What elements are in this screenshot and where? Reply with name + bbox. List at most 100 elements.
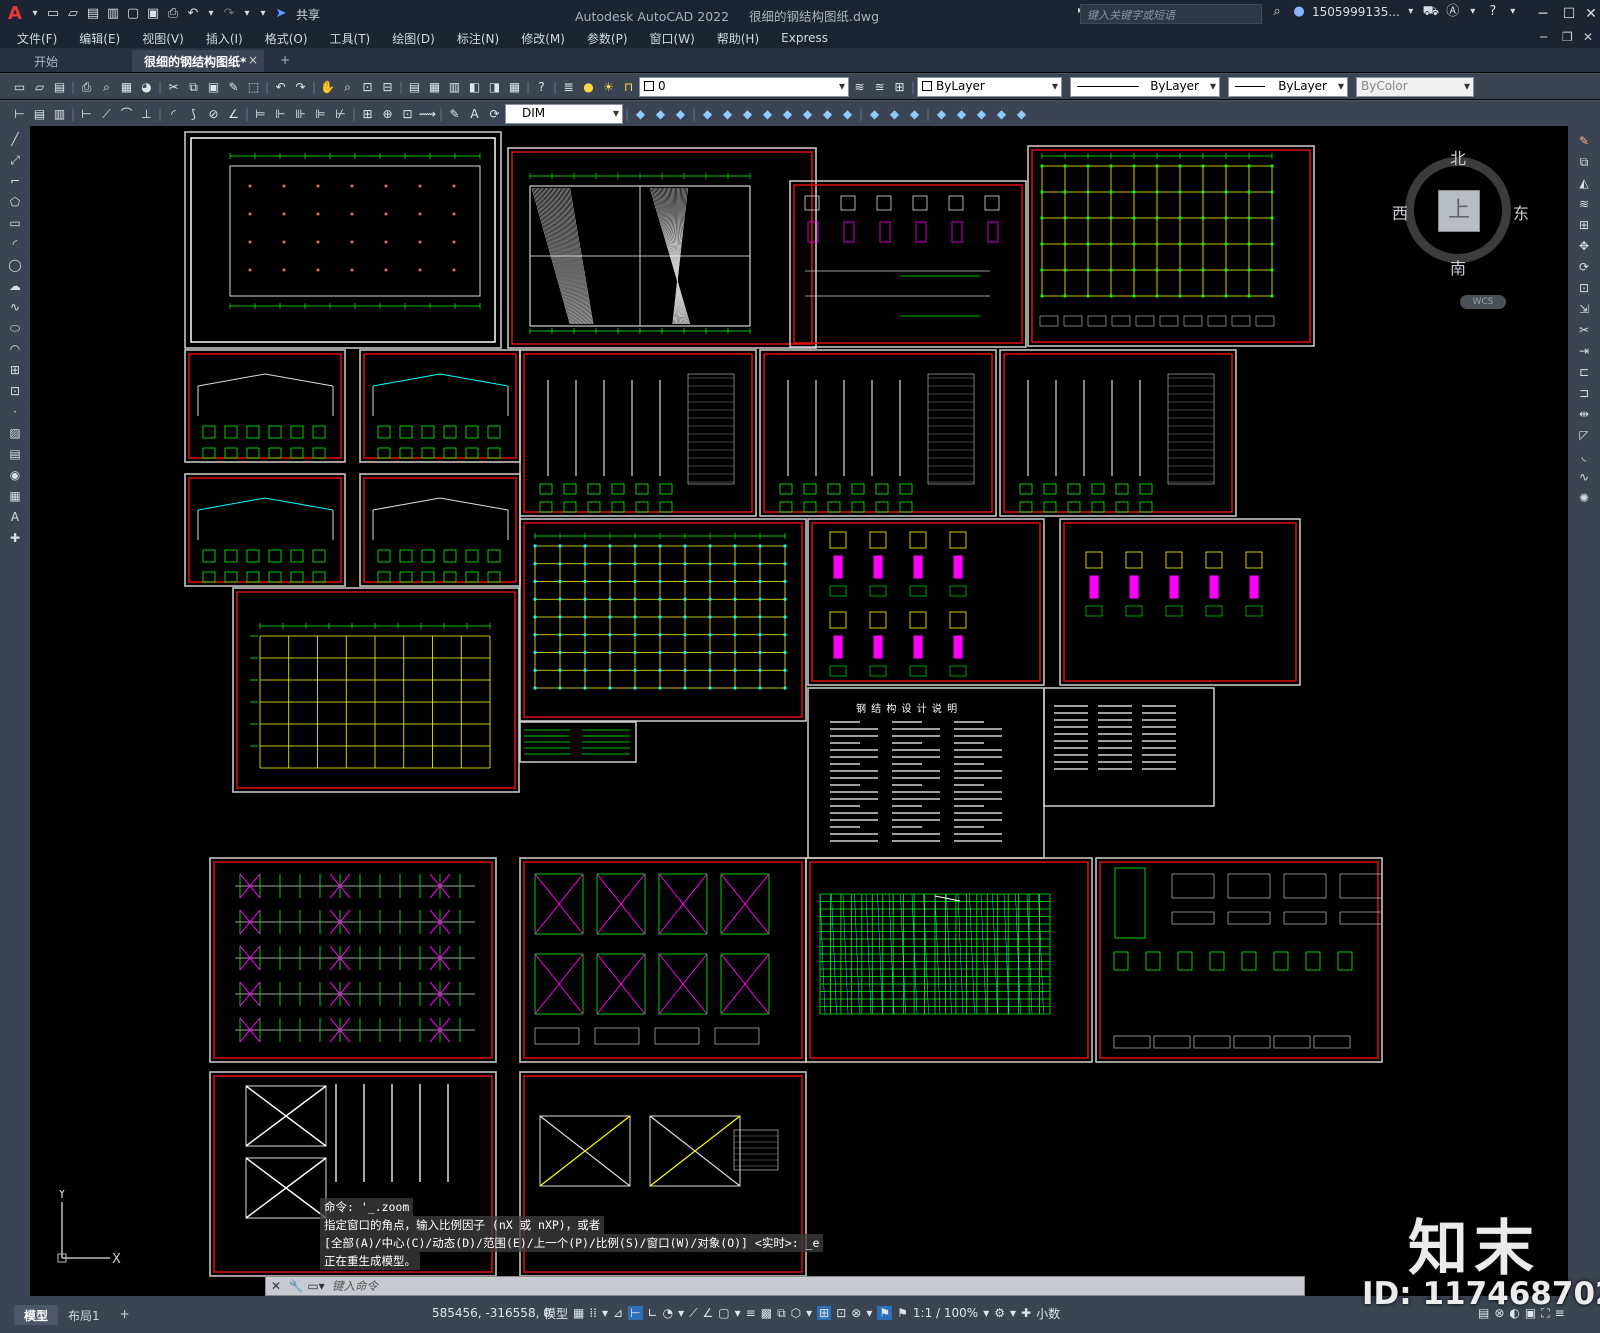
tab-close-icon[interactable]: × [248,53,258,67]
viewcube-top-face[interactable]: 上 [1438,190,1480,232]
search-input[interactable]: 键入关键字或短语 [1080,4,1262,24]
tb-layer-current-icon[interactable]: ≋ [850,77,869,97]
tb-linear-dim-icon[interactable]: ⊢ [77,104,96,124]
tb-aligned-dim-icon[interactable]: ⟋ [97,104,116,124]
tb-subtract-icon[interactable]: ◆ [885,104,904,124]
new-tab-button[interactable]: + [268,50,302,72]
user-dropdown-icon[interactable]: ▾ [1404,3,1418,21]
tb-jog-line-icon[interactable]: ⟿ [418,104,437,124]
save-icon[interactable]: ▤ [84,5,102,23]
tb-3d-icon[interactable]: ◕ [137,77,156,97]
command-input[interactable]: 键入命令 [326,1278,378,1294]
minimize-icon[interactable]: ─ [1530,3,1556,25]
autocad-logo-icon[interactable]: A [4,3,26,25]
circle-icon[interactable]: ◯ [5,256,25,274]
tab-start[interactable]: 开始 [22,50,132,72]
tb-cut-icon[interactable]: ✂ [164,77,183,97]
tb-inspect-icon[interactable]: ⊡ [398,104,417,124]
dimstyle-dropdown[interactable]: DIM ▾ [505,103,623,124]
tb-undo-icon[interactable]: ↶ [271,77,290,97]
menu-format[interactable]: 格式(O) [254,30,319,47]
tab-model[interactable]: 模型 [14,1304,59,1325]
ortho-icon[interactable]: ∟ [648,1306,658,1320]
tb-plot-icon[interactable]: ⎙ [77,77,96,97]
erase-icon[interactable]: ✎ [1574,132,1594,150]
tb-properties-icon[interactable]: ▤ [405,77,424,97]
help-icon[interactable]: ? [1484,3,1502,21]
rotate-icon[interactable]: ⟳ [1574,258,1594,276]
tb-3d-wedge-icon[interactable]: ◆ [651,104,670,124]
rectangle-icon[interactable]: ▭ [5,214,25,232]
tb-open-icon[interactable]: ▱ [30,77,49,97]
undo-icon[interactable]: ↶ [184,5,202,23]
ellipse-arc-icon[interactable]: ◠ [5,340,25,358]
a360-dropdown-icon[interactable]: ▾ [1466,3,1480,21]
tb-ordinate-icon[interactable]: ⊥ [137,104,156,124]
tb-lock-icon[interactable]: ⊓ [619,77,638,97]
tb-block-icon[interactable]: ⬚ [244,77,263,97]
mirror-icon[interactable]: ◭ [1574,174,1594,192]
tb-dim-edit-icon[interactable]: ✎ [445,104,464,124]
tb-center-mark-icon[interactable]: ⊕ [378,104,397,124]
mtext-icon[interactable]: A [5,508,25,526]
tb-dim-update-icon[interactable]: ▥ [50,104,69,124]
doc-close-icon[interactable]: ✕ [1583,30,1593,44]
compass-west[interactable]: 西 [1392,200,1408,224]
snap-icon[interactable]: ⁞⁞ [589,1306,597,1320]
annotation-monitor-icon[interactable]: ✚ [1021,1306,1031,1320]
search-icon[interactable]: ⌕ [1268,3,1286,21]
object-snap-tracking-icon[interactable]: ∠ [703,1306,714,1320]
tb-diameter-icon[interactable]: ⊘ [204,104,223,124]
tb-3d-torus-icon[interactable]: ◆ [738,104,757,124]
trim-icon[interactable]: ✂ [1574,321,1594,339]
tb-3d-cylinder-icon[interactable]: ◆ [718,104,737,124]
insert-block-icon[interactable]: ⊞ [5,361,25,379]
add-selected-icon[interactable]: ✚ [5,529,25,547]
tb-quick-dim-icon[interactable]: ⊨ [251,104,270,124]
hatch-icon[interactable]: ▨ [5,424,25,442]
close-window-icon[interactable]: ✕ [1578,3,1600,25]
tb-dim-style-icon[interactable]: ▤ [30,104,49,124]
move-icon[interactable]: ✥ [1574,237,1594,255]
dynamic-input-icon[interactable]: ⊢ [628,1306,643,1320]
share-button[interactable]: 共享 [292,6,324,23]
add-layout-button[interactable]: + [110,1305,140,1325]
menu-help[interactable]: 帮助(H) [706,30,770,47]
tb-3d-align-icon[interactable]: ◆ [972,104,991,124]
tb-publish-icon[interactable]: ▦ [117,77,136,97]
gradient-icon[interactable]: ▤ [5,445,25,463]
copy-icon[interactable]: ⧉ [1574,153,1594,171]
viewcube[interactable]: 上 北 南 西 东 [1392,145,1529,278]
open-file-icon[interactable]: ▱ [64,5,82,23]
object-snap-icon[interactable]: ▢ [718,1306,729,1320]
tb-3d-extrude-icon[interactable]: ◆ [778,104,797,124]
a360-icon[interactable]: Ⓐ [1444,3,1462,21]
tb-save-icon[interactable]: ▤ [50,77,69,97]
tb-sun-icon[interactable]: ☀ [599,77,618,97]
tb-baseline-icon[interactable]: ⊩ [271,104,290,124]
tb-calc-icon[interactable]: ▦ [505,77,524,97]
doc-restore-icon[interactable]: ❐ [1562,30,1573,44]
tb-radius-icon[interactable]: ◜ [164,104,183,124]
compass-north[interactable]: 北 [1450,145,1466,169]
annotation-scale-dropdown-icon[interactable]: ▾ [983,1306,989,1320]
plotstyle-dropdown[interactable]: ByColor ▾ [1356,76,1474,97]
tb-continue-icon[interactable]: ⊪ [291,104,310,124]
tb-3d-array-icon[interactable]: ◆ [992,104,1011,124]
tab-layout1[interactable]: 布局1 [58,1305,110,1325]
tb-new-icon[interactable]: ▭ [10,77,29,97]
layer-dropdown[interactable]: 0 ▾ [639,76,849,97]
user-name[interactable]: 1505999135... [1312,5,1400,19]
tb-intersect-icon[interactable]: ◆ [905,104,924,124]
linetype-dropdown[interactable]: ByLayer ▾ [1070,76,1220,97]
lineweight-icon[interactable]: ≡ [746,1306,756,1320]
tb-layer-prev-icon[interactable]: ≊ [870,77,889,97]
save-as-icon[interactable]: ▥ [104,5,122,23]
redo-dropdown-icon[interactable]: ▾ [240,5,254,23]
model-space-toggle[interactable]: 模型 [544,1305,568,1322]
tb-3d-rotate-icon[interactable]: ◆ [952,104,971,124]
tb-zoom-realtime-icon[interactable]: ⌕ [338,77,357,97]
units-setting[interactable]: 小数 [1036,1305,1060,1322]
redo-icon[interactable]: ↷ [220,5,238,23]
selection-filter-icon[interactable]: ⊡ [836,1306,846,1320]
